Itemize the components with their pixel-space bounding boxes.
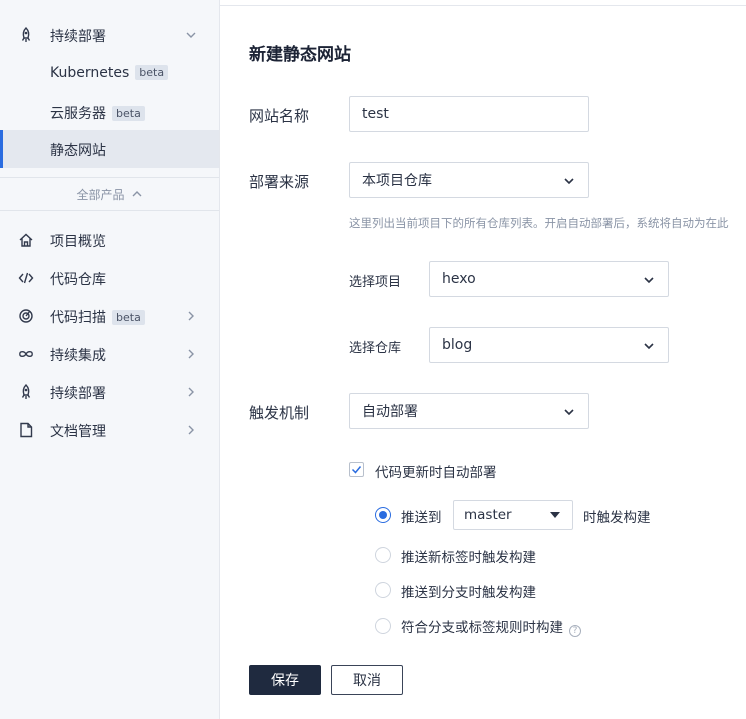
chevron-down-icon xyxy=(642,273,656,287)
sidebar-item-code-repo[interactable]: 代码仓库 xyxy=(0,259,219,297)
radio-push-branch[interactable] xyxy=(375,582,391,598)
sidebar-item-text: Kubernetes xyxy=(50,65,130,81)
sidebar-item-label: 持续集成 xyxy=(50,348,106,364)
divider xyxy=(0,210,219,211)
source-value: 本项目仓库 xyxy=(362,173,432,189)
sidebar-item-label: 静态网站 xyxy=(50,143,106,159)
sidebar-item-label: 代码仓库 xyxy=(50,272,106,288)
page-title: 新建静态网站 xyxy=(249,45,351,65)
sidebar-item-label: Kubernetes beta xyxy=(50,65,169,81)
radio-push-suffix: 时触发构建 xyxy=(583,510,651,526)
repo-value: blog xyxy=(442,337,473,353)
beta-badge: beta xyxy=(112,106,145,121)
source-select[interactable]: 本项目仓库 xyxy=(349,162,589,198)
rocket-icon xyxy=(18,384,34,400)
site-name-label: 网站名称 xyxy=(249,107,310,125)
sidebar-group-continuous-deploy[interactable]: 持续部署 xyxy=(0,16,219,54)
chevron-down-icon xyxy=(642,339,656,353)
sidebar-item-continuous-integration[interactable]: 持续集成 xyxy=(0,335,219,373)
sidebar-item-static-site[interactable]: 静态网站 xyxy=(0,130,219,168)
trigger-value: 自动部署 xyxy=(362,404,418,420)
chevron-down-icon xyxy=(184,28,198,42)
all-products-toggle[interactable]: 全部产品 xyxy=(0,178,219,210)
infinity-icon xyxy=(18,346,34,362)
repo-label: 选择仓库 xyxy=(349,341,402,356)
repo-select[interactable]: blog xyxy=(429,327,669,363)
trigger-select[interactable]: 自动部署 xyxy=(349,393,589,429)
sidebar-item-label: 代码扫描 beta xyxy=(50,307,145,327)
sidebar-item-document-management[interactable]: 文档管理 xyxy=(0,411,219,449)
chevron-right-icon xyxy=(184,385,198,399)
site-name-value: test xyxy=(362,106,389,122)
project-value: hexo xyxy=(442,271,476,287)
site-name-input[interactable]: test xyxy=(349,96,589,132)
beta-badge: beta xyxy=(112,310,145,325)
project-select[interactable]: hexo xyxy=(429,261,669,297)
sidebar-item-code-scan[interactable]: 代码扫描 beta xyxy=(0,297,219,335)
sidebar-item-label: 项目概览 xyxy=(50,234,106,250)
radio-rule-match-label: 符合分支或标签规则时构建? xyxy=(401,616,581,637)
radio-push-to-branch[interactable] xyxy=(375,507,391,523)
radio-push-branch-label: 推送到分支时触发构建 xyxy=(401,585,536,601)
all-products-label: 全部产品 xyxy=(76,187,125,202)
help-icon[interactable]: ? xyxy=(569,625,581,637)
target-icon xyxy=(18,308,34,324)
checkmark-icon xyxy=(351,466,362,474)
branch-select[interactable]: master xyxy=(453,500,573,530)
caret-down-icon xyxy=(550,512,560,518)
auto-deploy-label: 代码更新时自动部署 xyxy=(375,465,497,481)
radio-push-to-label: 推送到 xyxy=(401,510,442,526)
sidebar-item-project-overview[interactable]: 项目概览 xyxy=(0,221,219,259)
chevron-down-icon xyxy=(562,405,576,419)
source-label: 部署来源 xyxy=(249,173,310,191)
rocket-icon xyxy=(18,27,34,43)
source-hint: 这里列出当前项目下的所有仓库列表。开启自动部署后，系统将自动为在此 xyxy=(349,216,729,230)
trigger-label: 触发机制 xyxy=(249,404,310,422)
chevron-right-icon xyxy=(184,347,198,361)
save-button[interactable]: 保存 xyxy=(249,665,321,695)
chevron-down-icon xyxy=(562,174,576,188)
branch-value: master xyxy=(464,507,512,523)
sidebar-group-label: 持续部署 xyxy=(50,29,106,45)
sidebar-item-text: 云服务器 xyxy=(50,106,106,122)
cancel-button[interactable]: 取消 xyxy=(331,665,403,695)
beta-badge: beta xyxy=(135,65,169,80)
radio-rule-text: 符合分支或标签规则时构建 xyxy=(401,620,563,636)
radio-new-tag[interactable] xyxy=(375,547,391,563)
sidebar-item-label: 文档管理 xyxy=(50,424,106,440)
chevron-right-icon xyxy=(184,423,198,437)
sidebar-item-label: 云服务器 beta xyxy=(50,103,145,123)
top-divider xyxy=(220,5,746,6)
document-icon xyxy=(18,422,34,438)
radio-rule-match[interactable] xyxy=(375,618,391,634)
chevron-right-icon xyxy=(184,309,198,323)
radio-new-tag-label: 推送新标签时触发构建 xyxy=(401,550,536,566)
home-icon xyxy=(18,232,34,248)
project-label: 选择项目 xyxy=(349,275,402,290)
sidebar-item-kubernetes[interactable]: Kubernetes beta xyxy=(0,55,219,93)
sidebar-item-text: 代码扫描 xyxy=(50,310,106,326)
auto-deploy-checkbox[interactable] xyxy=(349,462,364,477)
sidebar-item-continuous-deploy[interactable]: 持续部署 xyxy=(0,373,219,411)
sidebar: 持续部署 Kubernetes beta 云服务器 beta 静态网站 全部产品 项… xyxy=(0,0,220,719)
sidebar-item-label: 持续部署 xyxy=(50,386,106,402)
chevron-up-icon xyxy=(132,191,141,197)
sidebar-item-cloud-server[interactable]: 云服务器 beta xyxy=(0,93,219,131)
code-icon xyxy=(18,270,34,286)
